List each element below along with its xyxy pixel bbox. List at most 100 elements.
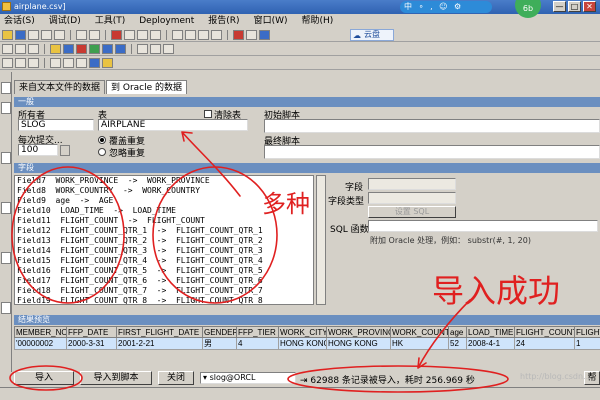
dock-tab-5[interactable] [1,252,11,264]
wand-icon[interactable] [102,57,113,68]
print-icon[interactable] [124,29,135,40]
column-header[interactable]: MEMBER_NO [14,326,67,338]
menu-deployment[interactable]: Deployment [139,14,194,28]
connection-select[interactable]: ▾ slog@ORCL [200,372,296,384]
commit-field[interactable]: 100 [18,144,58,156]
menu-session[interactable]: 会话(S) [4,14,35,28]
column-header[interactable]: LOAD_TIME [466,326,515,338]
cut-icon[interactable] [28,29,39,40]
list-item[interactable]: Field7 WORK_PROVINCE -> WORK_PROVINCE [17,176,311,186]
menu-debug[interactable]: 调试(D) [49,14,81,28]
tab-text-file-data[interactable]: 来自文本文件的数据 [14,80,106,94]
dock-tab-1[interactable] [1,82,11,94]
menu-help[interactable]: 帮助(H) [302,14,334,28]
tool-b-icon[interactable] [150,43,161,54]
import-icon[interactable] [50,57,61,68]
list-item[interactable]: Field13 FLIGHT_COUNT_QTR_2 -> FLIGHT_COU… [17,236,311,246]
sql-function-field[interactable] [368,220,598,232]
commit-spinner[interactable] [60,145,70,156]
forward-arrow-icon[interactable] [115,43,126,54]
dock-tab-6[interactable] [1,302,11,314]
list-item[interactable]: Field19 FLIGHT_COUNT_QTR_8 -> FLIGHT_COU… [17,296,311,304]
column-header[interactable]: FFP_DATE [66,326,117,338]
list-item[interactable]: Field12 FLIGHT_COUNT_QTR_1 -> FLIGHT_COU… [17,226,311,236]
open-icon[interactable] [2,29,13,40]
maximize-button[interactable]: □ [568,1,581,12]
column-header[interactable]: GENDER [202,326,237,338]
column-header[interactable]: FLIGHT_COUNT [514,326,575,338]
step-icon[interactable] [185,29,196,40]
field-mapping-list[interactable]: Field7 WORK_PROVINCE -> WORK_PROVINCE Fie… [14,175,314,305]
list-item[interactable]: Field15 FLIGHT_COUNT_QTR_4 -> FLIGHT_COU… [17,256,311,266]
ignore-radio[interactable] [98,148,106,156]
column-header[interactable]: WORK_CITY [278,326,327,338]
redo-icon[interactable] [150,29,161,40]
results-preview-table[interactable]: MEMBER_NO FFP_DATE FIRST_FLIGHT_DATE GENDER… [14,326,600,352]
paste-icon[interactable] [54,29,65,40]
column-header[interactable]: FFP_TIER [236,326,279,338]
import-button[interactable]: 导入 [14,371,74,385]
import-to-script-button[interactable]: 导入到脚本 [80,371,152,385]
column-header[interactable]: FLIGHT [574,326,600,338]
explain-icon[interactable] [198,29,209,40]
options-icon[interactable] [76,57,87,68]
tool-a-icon[interactable] [137,43,148,54]
replace-icon[interactable] [89,29,100,40]
open-script-icon[interactable] [15,57,26,68]
window-list-icon[interactable] [2,43,13,54]
run-icon[interactable] [172,29,183,40]
copy-icon[interactable] [41,29,52,40]
save-script-icon[interactable] [28,57,39,68]
list-item[interactable]: Field16 FLIGHT_COUNT_QTR_5 -> FLIGHT_COU… [17,266,311,276]
field-type-select[interactable] [368,192,456,204]
grid-icon[interactable] [15,43,26,54]
save-icon[interactable] [15,29,26,40]
properties-icon[interactable] [28,43,39,54]
back-arrow-icon[interactable] [102,43,113,54]
menu-reports[interactable]: 报告(R) [208,14,239,28]
list-item[interactable]: Field11 FLIGHT_COUNT -> FLIGHT_COUNT [17,216,311,226]
column-header[interactable]: FIRST_FLIGHT_DATE [116,326,203,338]
list-item[interactable]: Field17 FLIGHT_COUNT_QTR_6 -> FLIGHT_COU… [17,276,311,286]
find-icon[interactable] [76,29,87,40]
set-sql-button[interactable]: 设置 SQL [368,206,456,218]
new-icon[interactable] [2,57,13,68]
final-script-field[interactable] [264,145,600,159]
pdf-icon[interactable] [233,29,244,40]
list-item[interactable]: Field10 LOAD_TIME -> LOAD_TIME [17,206,311,216]
connect-icon[interactable] [63,43,74,54]
list-item[interactable]: Field8 WORK_COUNTRY -> WORK_COUNTRY [17,186,311,196]
undo-icon[interactable] [137,29,148,40]
owner-field[interactable]: SLOG [18,119,94,131]
dock-tab-4[interactable] [1,202,11,214]
menu-window[interactable]: 窗口(W) [254,14,288,28]
ime-toolbar[interactable]: 中 ∘ , ☺ ⚙ [400,1,492,13]
cloud-button[interactable]: ☁ 云盘 [350,29,394,41]
word-icon[interactable] [246,29,257,40]
field-list-scrollbar[interactable] [316,175,326,305]
field-select[interactable] [368,178,456,190]
close-button[interactable]: ✕ [583,1,596,12]
table-row[interactable]: '00000002 2000-3-31 2001-2-21 男 4 HONG KONG HO… [14,337,600,350]
export-icon[interactable] [63,57,74,68]
list-item[interactable]: Field14 FLIGHT_COUNT_QTR_3 -> FLIGHT_COU… [17,246,311,256]
list-item[interactable]: Field18 FLIGHT_COUNT_QTR_7 -> FLIGHT_COU… [17,286,311,296]
tab-oracle-data[interactable]: 到 Oracle 的数据 [106,80,188,94]
disconnect-icon[interactable] [76,43,87,54]
truncate-checkbox[interactable] [204,110,212,118]
list-item[interactable]: Field9 age -> AGE [17,196,311,206]
menu-tools[interactable]: 工具(T) [95,14,126,28]
close-dialog-button[interactable]: 关闭 [158,371,194,385]
initial-script-field[interactable] [264,119,600,133]
stop-icon[interactable] [111,29,122,40]
chart-icon[interactable] [89,57,100,68]
execute-icon[interactable] [89,43,100,54]
column-header[interactable]: WORK_PROVINCE [326,326,391,338]
overwrite-radio[interactable] [98,136,106,144]
folder-icon[interactable] [50,43,61,54]
web-icon[interactable] [259,29,270,40]
dock-tab-3[interactable] [1,152,11,164]
tool-c-icon[interactable] [163,43,174,54]
dock-tab-2[interactable] [1,102,11,114]
column-header[interactable]: WORK_COUNTRY [390,326,449,338]
